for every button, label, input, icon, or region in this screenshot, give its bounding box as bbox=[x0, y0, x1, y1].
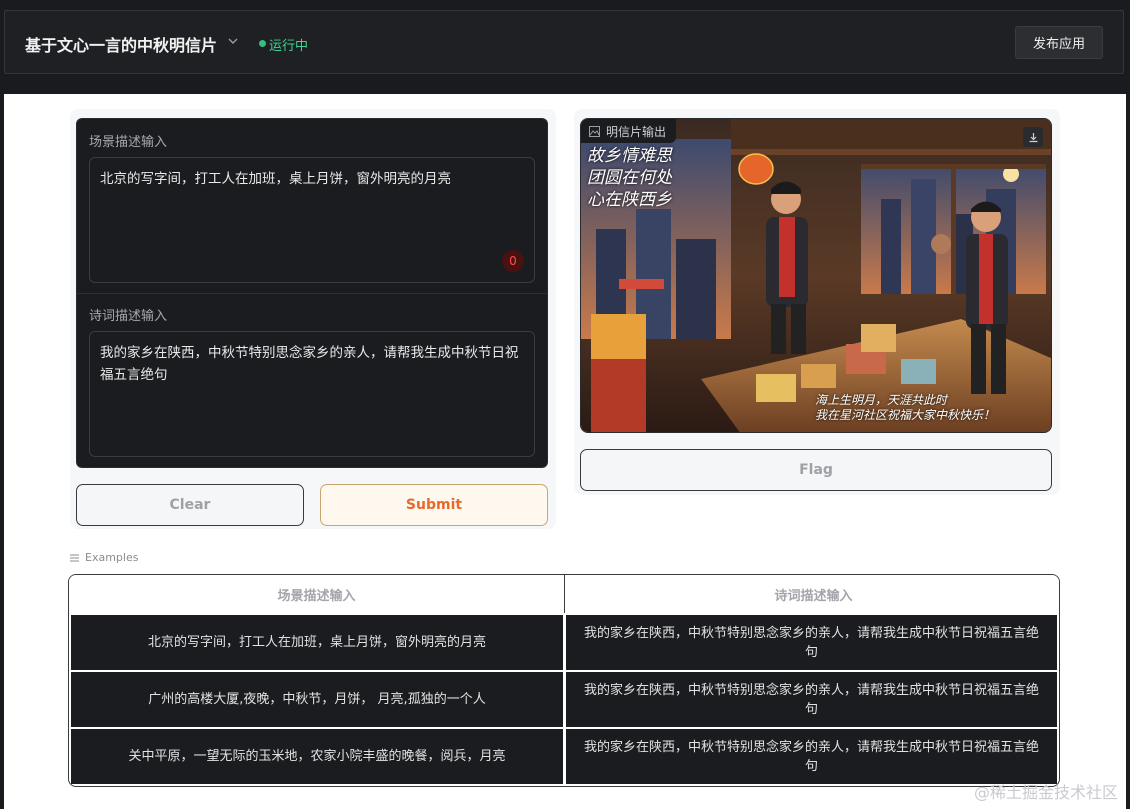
scene-textarea[interactable]: 北京的写字间，打工人在加班，桌上月饼，窗外明亮的月亮 0 bbox=[89, 157, 535, 283]
table-row[interactable]: 广州的高楼大厦,夜晚，中秋节，月饼， 月亮,孤独的一个人 我的家乡在陕西，中秋节… bbox=[71, 672, 1057, 727]
submit-button[interactable]: Submit bbox=[320, 484, 548, 526]
input-card: 场景描述输入 北京的写字间，打工人在加班，桌上月饼，窗外明亮的月亮 0 诗词描述… bbox=[76, 118, 548, 468]
divider bbox=[77, 293, 547, 294]
download-icon bbox=[1029, 132, 1037, 142]
table-cell[interactable]: 关中平原，一望无际的玉米地，农家小院丰盛的晚餐，阅兵，月亮 bbox=[71, 729, 563, 784]
scene-value: 北京的写字间，打工人在加班，桌上月饼，窗外明亮的月亮 bbox=[100, 171, 451, 187]
poem-value: 我的家乡在陕西，中秋节特别思念家乡的亲人，请帮我生成中秋节日祝福五言绝句 bbox=[100, 345, 519, 383]
postcard-poem-bottom: 海上生明月，天涯共此时 我在星河社区祝福大家中秋快乐！ bbox=[815, 393, 996, 422]
app-canvas: 场景描述输入 北京的写字间，打工人在加班，桌上月饼，窗外明亮的月亮 0 诗词描述… bbox=[4, 94, 1126, 809]
status-badge: 运行中 bbox=[269, 39, 309, 54]
table-cell[interactable]: 我的家乡在陕西，中秋节特别思念家乡的亲人，请帮我生成中秋节日祝福五言绝句 bbox=[566, 672, 1057, 727]
poem-textarea[interactable]: 我的家乡在陕西，中秋节特别思念家乡的亲人，请帮我生成中秋节日祝福五言绝句 bbox=[89, 331, 535, 457]
table-cell[interactable]: 我的家乡在陕西，中秋节特别思念家乡的亲人，请帮我生成中秋节日祝福五言绝句 bbox=[566, 729, 1057, 784]
examples-heading: Examples bbox=[70, 551, 138, 564]
table-cell[interactable]: 我的家乡在陕西，中秋节特别思念家乡的亲人，请帮我生成中秋节日祝福五言绝句 bbox=[566, 615, 1057, 670]
postcard-image: 明信片输出 故乡情难思 团圆在何处 心在陕西乡 海上生明月，天涯共此时 我在星河… bbox=[580, 118, 1052, 433]
table-row[interactable]: 关中平原，一望无际的玉米地，农家小院丰盛的晚餐，阅兵，月亮 我的家乡在陕西，中秋… bbox=[71, 729, 1057, 784]
app-title: 基于文心一言的中秋明信片 bbox=[25, 36, 218, 55]
poem-label: 诗词描述输入 bbox=[89, 309, 168, 324]
examples-header-scene: 场景描述输入 bbox=[69, 575, 565, 613]
chevron-down-icon[interactable] bbox=[227, 35, 239, 47]
output-label-tag: 明信片输出 bbox=[581, 119, 677, 143]
input-panel: 场景描述输入 北京的写字间，打工人在加班，桌上月饼，窗外明亮的月亮 0 诗词描述… bbox=[70, 109, 556, 529]
list-icon bbox=[70, 554, 79, 561]
image-icon bbox=[589, 125, 600, 137]
output-label: 明信片输出 bbox=[606, 124, 667, 139]
clear-button[interactable]: Clear bbox=[76, 484, 304, 526]
app-header: 基于文心一言的中秋明信片 运行中 发布应用 bbox=[4, 10, 1124, 74]
table-cell[interactable]: 北京的写字间，打工人在加班，桌上月饼，窗外明亮的月亮 bbox=[71, 615, 563, 670]
examples-table: 场景描述输入 诗词描述输入 北京的写字间，打工人在加班，桌上月饼，窗外明亮的月亮… bbox=[68, 574, 1060, 787]
table-cell[interactable]: 广州的高楼大厦,夜晚，中秋节，月饼， 月亮,孤独的一个人 bbox=[71, 672, 563, 727]
char-counter-badge: 0 bbox=[502, 250, 524, 272]
table-row[interactable]: 北京的写字间，打工人在加班，桌上月饼，窗外明亮的月亮 我的家乡在陕西，中秋节特别… bbox=[71, 615, 1057, 670]
flag-button[interactable]: Flag bbox=[580, 449, 1052, 491]
status-dot-icon bbox=[259, 40, 266, 47]
output-panel: 明信片输出 故乡情难思 团圆在何处 心在陕西乡 海上生明月，天涯共此时 我在星河… bbox=[574, 109, 1060, 495]
publish-button[interactable]: 发布应用 bbox=[1015, 26, 1103, 59]
postcard-poem-top: 故乡情难思 团圆在何处 心在陕西乡 bbox=[587, 146, 672, 210]
download-button[interactable] bbox=[1023, 127, 1043, 147]
examples-header-poem: 诗词描述输入 bbox=[566, 575, 1059, 613]
watermark: @稀土掘金技术社区 bbox=[973, 783, 1118, 802]
scene-label: 场景描述输入 bbox=[89, 135, 168, 150]
